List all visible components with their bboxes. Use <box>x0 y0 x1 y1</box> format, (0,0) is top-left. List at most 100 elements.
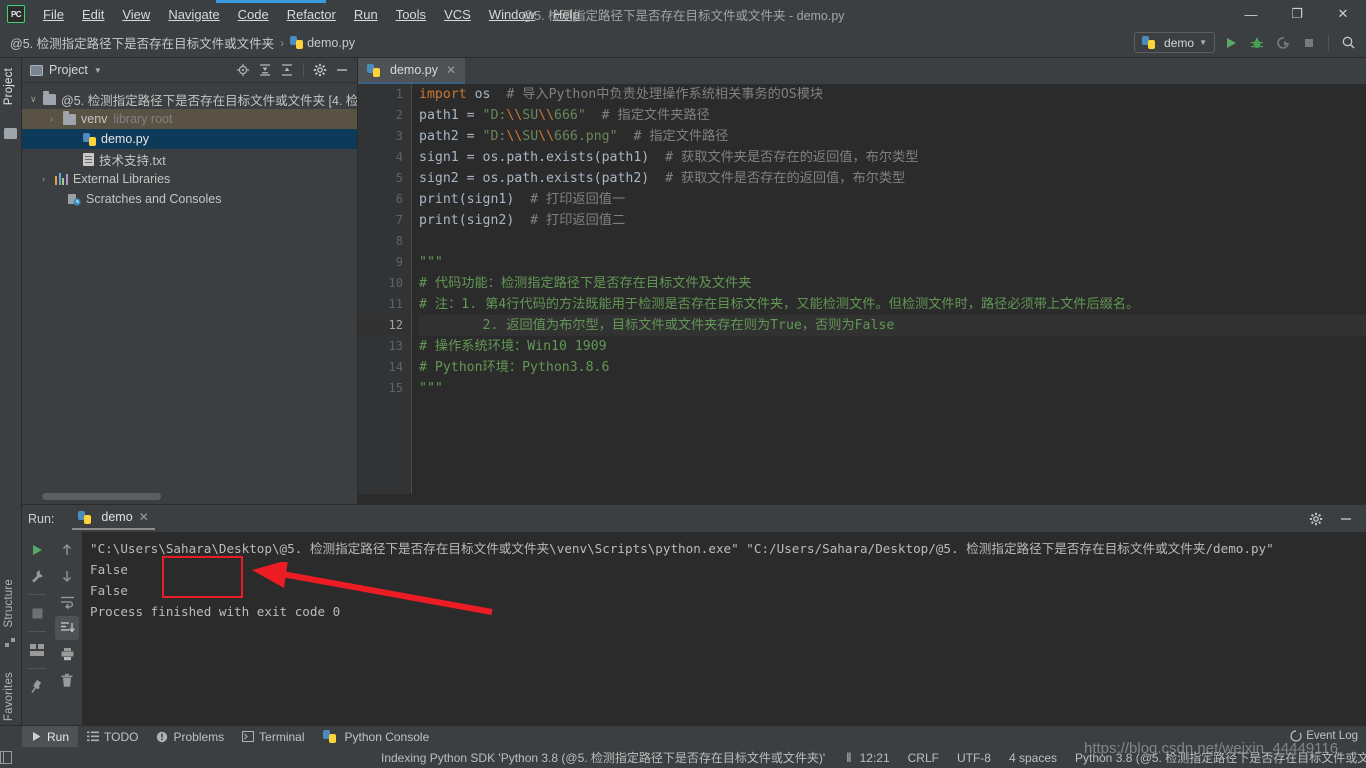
run-tab-demo[interactable]: demo ✕ <box>72 507 155 530</box>
sidebar-tab-project[interactable]: Project <box>3 62 15 111</box>
line-number: 3 <box>395 129 403 143</box>
bottom-tab-label: Terminal <box>259 729 305 744</box>
toggle-navbar-icon[interactable] <box>0 751 12 764</box>
indent-setting[interactable]: 4 spaces <box>1000 751 1066 765</box>
expand-all-icon[interactable] <box>255 60 275 80</box>
menu-item-refactor[interactable]: Refactor <box>278 4 345 25</box>
stop-icon[interactable] <box>1299 33 1319 53</box>
stop-icon[interactable] <box>25 601 49 625</box>
code-line: # 代码功能：检测指定路径下是否存在目标文件及文件夹 <box>419 273 1366 294</box>
run-icon[interactable] <box>1221 33 1241 53</box>
event-log-button[interactable]: Event Log <box>1290 730 1358 742</box>
tree-node-demo-py[interactable]: demo.py <box>22 129 357 149</box>
menu-item-code[interactable]: Code <box>229 4 278 25</box>
settings-wrench-icon[interactable] <box>25 564 49 588</box>
problems-icon <box>157 731 168 742</box>
menu-item-tools[interactable]: Tools <box>387 4 435 25</box>
bottom-tab-todo[interactable]: TODO <box>78 726 147 748</box>
menu-item-edit[interactable]: Edit <box>73 4 113 25</box>
trash-icon[interactable] <box>55 668 79 692</box>
layout-icon[interactable] <box>25 638 49 662</box>
chevron-right-icon[interactable]: › <box>42 174 55 184</box>
close-button[interactable]: ✕ <box>1320 0 1366 28</box>
toolbar-divider <box>28 631 46 632</box>
sidebar-tab-favorites[interactable]: Favorites <box>3 666 15 727</box>
title-bar: PC File Edit View Navigate Code Refactor… <box>0 0 1366 28</box>
pin-icon[interactable] <box>25 675 49 699</box>
console-output[interactable]: "C:\Users\Sahara\Desktop\@5. 检测指定路径下是否存在… <box>82 532 1366 726</box>
close-icon[interactable]: ✕ <box>139 510 149 524</box>
collapse-all-icon[interactable] <box>277 60 297 80</box>
bottom-tab-python-console[interactable]: Python Console <box>314 726 439 748</box>
chevron-down-icon[interactable]: ▼ <box>94 66 102 75</box>
console-output-line-2: False <box>90 583 128 598</box>
soft-wrap-icon[interactable] <box>55 590 79 614</box>
tree-node-tech-support-txt[interactable]: 技术支持.txt <box>22 149 357 169</box>
file-encoding[interactable]: UTF-8 <box>948 751 1000 765</box>
code-content[interactable]: import os # 导入Python中负责处理操作系统相关事务的OS模块 pa… <box>412 84 1366 504</box>
tree-node-project-root[interactable]: ∨ @5. 检测指定路径下是否存在目标文件或文件夹 [4. 检 <box>22 89 357 109</box>
editor-tab-demo-py[interactable]: demo.py ✕ <box>358 58 466 84</box>
bottom-tab-terminal[interactable]: Terminal <box>233 726 313 748</box>
code-token: # 注：1. 第4行代码的方法既能用于检测是否存在目标文件夹，又能检测文件。但检… <box>419 297 1140 312</box>
caret-position[interactable]: 12:21 <box>851 751 899 765</box>
debug-icon[interactable] <box>1247 33 1267 53</box>
maximize-button[interactable]: ❐ <box>1274 0 1320 28</box>
bottom-tab-run[interactable]: Run <box>22 725 79 748</box>
scrollbar-thumb[interactable] <box>42 493 161 500</box>
settings-icon[interactable] <box>1306 509 1326 529</box>
line-separator[interactable]: CRLF <box>899 751 948 765</box>
code-token: "D: <box>482 129 507 144</box>
menu-item-run[interactable]: Run <box>345 4 387 25</box>
menu-item-vcs[interactable]: VCS <box>435 4 480 25</box>
rerun-icon[interactable] <box>25 538 49 562</box>
scratches-icon <box>68 193 81 206</box>
locate-icon[interactable] <box>233 60 253 80</box>
scroll-to-end-icon[interactable] <box>55 616 79 640</box>
coverage-icon[interactable] <box>1273 33 1293 53</box>
print-icon[interactable] <box>55 642 79 666</box>
code-line: """ <box>419 378 1366 399</box>
tree-node-scratches-and-consoles[interactable]: Scratches and Consoles <box>22 189 357 209</box>
code-line: # 操作系统环境：Win10 1909 <box>419 336 1366 357</box>
sidebar-tab-structure[interactable]: Structure <box>3 573 15 633</box>
toolbar-divider <box>28 594 46 595</box>
close-icon[interactable]: ✕ <box>446 63 456 77</box>
pycharm-logo-icon: PC <box>7 5 25 23</box>
breadcrumb-project[interactable]: @5. 检测指定路径下是否存在目标文件或文件夹 <box>10 33 274 52</box>
python-interpreter[interactable]: Python 3.8 (@5. 检测指定路径下是否存在目标文件或文件夹) <box>1066 749 1366 766</box>
breadcrumb-file[interactable]: demo.py <box>307 36 355 50</box>
line-number: 4 <box>395 150 403 164</box>
up-arrow-icon[interactable] <box>55 538 79 562</box>
navbar-toolbar: demo ▼ <box>1134 32 1366 53</box>
code-token: """ <box>419 255 443 270</box>
logo-text: PC <box>10 9 22 19</box>
minimize-button[interactable]: — <box>1228 0 1274 28</box>
code-token: # 获取文件夹是否存在的返回值，布尔类型 <box>649 150 919 165</box>
chevron-down-icon[interactable]: ∨ <box>30 94 43 105</box>
menu-item-window[interactable]: Window <box>480 4 544 25</box>
menu-item-file[interactable]: File <box>34 4 73 25</box>
code-editor[interactable]: 1 2 3 4 5 6 7 8 9 10 11 12 13 14 15 impo… <box>358 84 1366 504</box>
menu-label-help: Help <box>553 6 580 22</box>
code-token: SU <box>522 129 539 144</box>
tree-node-venv[interactable]: › venv library root <box>22 109 357 129</box>
tree-node-label: venv <box>81 112 108 126</box>
menu-item-navigate[interactable]: Navigate <box>159 4 228 25</box>
run-configuration-selector[interactable]: demo ▼ <box>1134 32 1215 53</box>
menu-item-help[interactable]: Help <box>544 4 589 25</box>
settings-icon[interactable] <box>310 60 330 80</box>
project-horizontal-scrollbar[interactable] <box>22 491 358 500</box>
hide-panel-icon[interactable] <box>1336 509 1356 529</box>
search-icon[interactable] <box>1338 33 1358 53</box>
hide-panel-icon[interactable] <box>332 60 352 80</box>
tree-node-external-libraries[interactable]: › External Libraries <box>22 169 357 189</box>
line-number-current: 12 <box>358 315 411 336</box>
console-exit-line: Process finished with exit code 0 <box>90 604 341 619</box>
project-panel-header: Project ▼ <box>22 58 357 83</box>
menu-item-view[interactable]: View <box>113 4 159 25</box>
down-arrow-icon[interactable] <box>55 564 79 588</box>
chevron-right-icon[interactable]: › <box>50 114 63 124</box>
bottom-tab-problems[interactable]: Problems <box>147 726 233 748</box>
bottom-tab-label: Python Console <box>344 729 430 744</box>
